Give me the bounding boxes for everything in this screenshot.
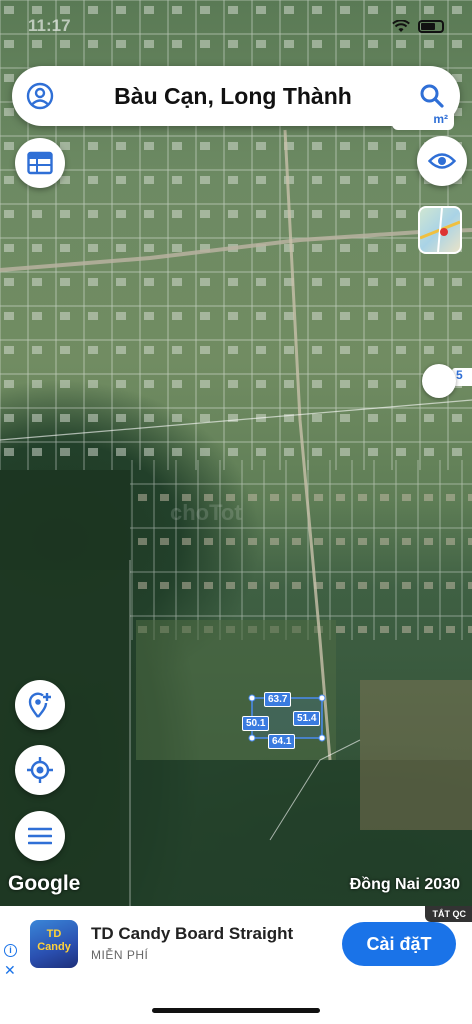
status-time: 11:17 (28, 16, 71, 35)
measure-label-top: 63.7 (264, 692, 292, 707)
view-toggle-button[interactable] (417, 136, 467, 186)
ad-close-icon[interactable]: ✕ (4, 962, 16, 979)
parcel-lines (0, 0, 472, 906)
calendar-icon (27, 151, 53, 175)
profile-button[interactable] (12, 68, 68, 124)
ad-banner[interactable]: TẮT QC i ✕ TD Candy TD Candy Board Strai… (0, 906, 472, 982)
menu-button[interactable] (15, 811, 65, 861)
measure-label-left: 50.1 (242, 716, 270, 731)
plan-label: Đồng Nai 2030 (349, 876, 460, 893)
ad-app-name[interactable]: TD Candy Board Straight (91, 924, 293, 944)
watermark: choTot (170, 500, 242, 525)
measure-label-right: 51.4 (293, 711, 321, 726)
wifi-icon (392, 20, 410, 32)
eye-icon (428, 153, 456, 169)
search-icon (420, 84, 444, 108)
satellite-map[interactable]: choTot 63.7 51.4 50.1 64.1 Google Đồng N… (0, 0, 472, 906)
status-icons (392, 20, 444, 33)
scale-hint: m² (392, 112, 454, 130)
location-title[interactable]: Bàu Cạn, Long Thành (68, 83, 404, 110)
add-location-icon (28, 692, 51, 718)
ad-app-icon[interactable]: TD Candy (30, 920, 78, 968)
measure-label-bottom: 64.1 (268, 734, 296, 749)
battery-icon (418, 20, 444, 33)
bottom-bar (0, 982, 472, 1024)
status-bar: 11:17 (0, 0, 472, 54)
map-thumbnail-icon (420, 208, 460, 252)
my-location-icon (27, 757, 53, 783)
menu-icon (28, 827, 52, 845)
opacity-slider-knob[interactable] (422, 364, 456, 398)
map-type-thumbnail[interactable] (418, 206, 462, 254)
ad-price: MIỄN PHÍ (91, 948, 149, 962)
my-location-button[interactable] (15, 745, 65, 795)
home-indicator[interactable] (152, 1008, 320, 1013)
profile-icon (26, 82, 54, 110)
ad-info-icon[interactable]: i (4, 944, 17, 957)
ad-install-button[interactable]: Cài đặT (342, 922, 456, 966)
google-attribution: Google (8, 872, 81, 895)
add-location-button[interactable] (15, 680, 65, 730)
layers-button[interactable] (15, 138, 65, 188)
ad-off-tag[interactable]: TẮT QC (424, 906, 472, 922)
